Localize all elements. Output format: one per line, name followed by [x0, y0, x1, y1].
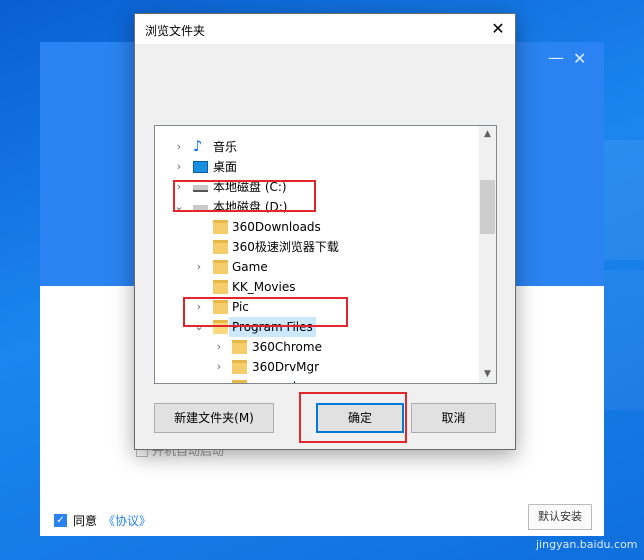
collapse-arrow-icon[interactable]: ⌄	[193, 317, 205, 337]
tree-scrollbar[interactable]: ▲ ▼	[479, 126, 496, 383]
windows-logo-pane	[604, 140, 644, 260]
tree-item-label: Game	[232, 260, 268, 274]
tree-item-drive-c[interactable]: › 本地磁盘 (C:)	[155, 177, 480, 197]
tree-item-folder[interactable]: KK_Movies	[155, 277, 480, 297]
watermark-logo: Bai百	[498, 482, 554, 506]
expand-arrow-icon[interactable]: ›	[193, 297, 205, 317]
folder-icon	[232, 340, 247, 354]
agreement-link[interactable]: 《协议》	[103, 512, 151, 529]
ok-button[interactable]: 确定	[316, 403, 404, 433]
tree-item-folder[interactable]: › Pic	[155, 297, 480, 317]
tree-item-folder[interactable]: › Game	[155, 257, 480, 277]
folder-icon	[213, 220, 228, 234]
desktop-icon	[193, 161, 208, 173]
expand-arrow-icon[interactable]: ›	[173, 137, 185, 157]
folder-icon	[213, 260, 228, 274]
tree-item-label: 360Downloads	[232, 220, 321, 234]
folder-icon	[232, 380, 247, 383]
tree-item-folder[interactable]: anconda	[155, 377, 480, 383]
expand-arrow-icon[interactable]: ›	[213, 337, 225, 357]
agreement-option[interactable]: ✓ 同意 《协议》	[54, 512, 151, 529]
scrollbar-thumb[interactable]	[480, 180, 495, 234]
tree-item-folder[interactable]: › 360Chrome	[155, 337, 480, 357]
tree-item-folder[interactable]: 360Downloads	[155, 217, 480, 237]
drive-icon	[193, 205, 208, 212]
tree-item-folder[interactable]: 360极速浏览器下载	[155, 237, 480, 257]
expand-arrow-icon[interactable]: ›	[173, 177, 185, 197]
tree-item-label: 桌面	[213, 160, 238, 174]
folder-tree[interactable]: › ♪ 音乐 › 桌面 › 本地磁盘 (C:) ⌄ 本地磁盘 (D:) 360D…	[154, 125, 497, 384]
tree-item-label: 本地磁盘 (D:)	[213, 200, 288, 214]
browse-folder-dialog: 浏览文件夹 ✕ › ♪ 音乐 › 桌面 › 本地磁盘 (C:) ⌄ 本地磁盘 (…	[134, 13, 516, 450]
music-icon: ♪	[193, 137, 203, 155]
scroll-down-icon[interactable]: ▼	[479, 366, 496, 383]
tree-item-label: Pic	[232, 300, 249, 314]
tree-item-label: 音乐	[213, 140, 238, 154]
new-folder-button[interactable]: 新建文件夹(M)	[154, 403, 274, 433]
close-icon[interactable]: ✕	[573, 51, 586, 67]
tree-item-label: 360Chrome	[252, 340, 322, 354]
tree-item-label: anconda	[252, 377, 303, 383]
minimize-icon[interactable]: —	[548, 50, 564, 66]
windows-logo-pane	[604, 270, 644, 410]
folder-icon	[213, 280, 228, 294]
scroll-up-icon[interactable]: ▲	[479, 126, 496, 143]
tree-item-music[interactable]: › ♪ 音乐	[155, 137, 480, 157]
agree-label: 同意	[73, 514, 98, 528]
collapse-arrow-icon[interactable]: ⌄	[173, 197, 185, 217]
tree-item-folder[interactable]: › 360DrvMgr	[155, 357, 480, 377]
tree-item-label-selected: Program Files	[229, 317, 316, 337]
close-icon[interactable]: ✕	[487, 18, 509, 40]
expand-arrow-icon[interactable]: ›	[193, 257, 205, 277]
tree-item-drive-d[interactable]: ⌄ 本地磁盘 (D:)	[155, 197, 480, 217]
tree-item-label: 360极速浏览器下载	[232, 240, 339, 254]
expand-arrow-icon[interactable]: ›	[173, 157, 185, 177]
tree-item-label: 360DrvMgr	[252, 360, 320, 374]
tree-item-desktop[interactable]: › 桌面	[155, 157, 480, 177]
folder-icon	[232, 360, 247, 374]
dialog-title: 浏览文件夹	[145, 24, 206, 38]
drive-icon	[193, 185, 208, 192]
folder-icon	[213, 240, 228, 254]
folder-icon	[213, 300, 228, 314]
tree-item-label: 本地磁盘 (C:)	[213, 180, 287, 194]
cancel-button[interactable]: 取消	[411, 403, 496, 433]
folder-icon	[213, 320, 228, 334]
dialog-titlebar: 浏览文件夹 ✕	[135, 14, 515, 44]
tree-item-label: KK_Movies	[232, 280, 296, 294]
agree-checkbox[interactable]: ✓	[54, 514, 67, 527]
default-install-button[interactable]: 默认安装	[528, 504, 592, 530]
expand-arrow-icon[interactable]: ›	[213, 357, 225, 377]
watermark-url: jingyan.baidu.com	[536, 538, 638, 551]
tree-item-program-files[interactable]: ⌄ Program Files	[155, 317, 480, 337]
